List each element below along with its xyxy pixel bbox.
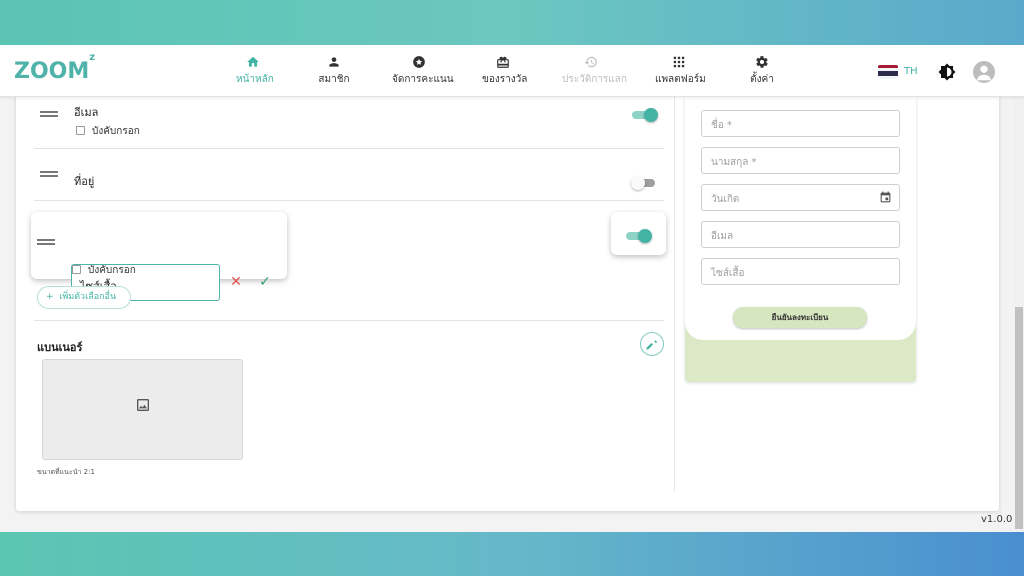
divider [34, 200, 664, 201]
preview-shirt-size-field[interactable]: ไซส์เสื้อ [701, 258, 900, 285]
nav-members[interactable]: สมาชิก [318, 54, 350, 90]
nav-label: จัดการคะแนน [392, 74, 454, 85]
nav-settings[interactable]: ตั้งค่า [749, 54, 775, 90]
banner-size-hint: ขนาดที่แนะนำ 2:1 [37, 468, 95, 476]
required-label: บังคับกรอก [88, 265, 136, 276]
image-icon [137, 399, 149, 411]
column-divider [674, 97, 675, 492]
nav-home[interactable]: หน้าหลัก [236, 54, 274, 90]
toggle-address[interactable] [631, 176, 657, 190]
history-icon [584, 56, 597, 68]
version-label: v1.0.0 [981, 514, 1013, 525]
apps-grid-icon [673, 56, 685, 68]
drag-handle-icon[interactable] [37, 239, 55, 245]
drag-handle-icon[interactable] [40, 111, 58, 117]
top-nav-bar: ZOOMz หน้าหลัก สมาชิก จัดการคะแนน ของราง… [0, 45, 1024, 97]
calendar-icon[interactable] [879, 191, 892, 204]
language-label[interactable]: TH [904, 66, 918, 77]
required-checkbox-email[interactable] [76, 126, 85, 135]
required-checkbox-shirt[interactable] [72, 265, 81, 274]
preview-first-name-field[interactable]: ชื่อ * [701, 110, 900, 137]
preview-form: ชื่อ * นามสกุล * วันเกิด อีเมล ไซส์เสื้อ… [685, 97, 916, 340]
preview-last-name-field[interactable]: นามสกุล * [701, 147, 900, 174]
user-avatar[interactable] [973, 61, 995, 83]
cancel-edit-button[interactable]: ✕ [229, 275, 243, 289]
field-label-email: อีเมล [74, 106, 99, 119]
logo[interactable]: ZOOMz [14, 52, 95, 85]
thai-flag-icon[interactable] [878, 65, 898, 79]
nav-label: สมาชิก [318, 74, 350, 85]
field-label-address: ที่อยู่ [74, 175, 95, 188]
star-circle-icon [413, 56, 425, 68]
required-label: บังคับกรอก [92, 126, 140, 137]
add-option-button[interactable]: + เพิ่มตัวเลือกอื่น [37, 286, 131, 309]
confirm-edit-button[interactable]: ✓ [258, 275, 272, 289]
person-icon [329, 57, 339, 67]
scrollbar-thumb[interactable] [1015, 307, 1023, 529]
plus-icon: + [46, 292, 60, 302]
preview-birthday-field[interactable]: วันเกิด [701, 184, 900, 211]
app-window: ZOOMz หน้าหลัก สมาชิก จัดการคะแนน ของราง… [0, 45, 1024, 532]
nav-platform[interactable]: แพลตฟอร์ม [655, 54, 706, 90]
nav-points[interactable]: จัดการคะแนน [392, 54, 454, 90]
gift-icon [497, 56, 509, 68]
gear-icon [756, 56, 768, 68]
submit-registration-button[interactable]: ยืนยันลงทะเบียน [733, 307, 867, 328]
brightness-icon[interactable] [938, 63, 956, 81]
pencil-icon [646, 340, 657, 350]
birthday-placeholder: วันเกิด [711, 194, 740, 205]
nav-history[interactable]: ประวัติการแลก [562, 54, 627, 90]
nav-label: ตั้งค่า [750, 74, 774, 85]
toggle-shirt-size[interactable] [626, 229, 652, 243]
edit-banner-button[interactable] [640, 332, 664, 356]
registration-preview: ชื่อ * นามสกุล * วันเกิด อีเมล ไซส์เสื้อ… [685, 97, 916, 382]
nav-rewards[interactable]: ของรางวัล [482, 54, 528, 90]
divider [34, 320, 664, 321]
preview-email-field[interactable]: อีเมล [701, 221, 900, 248]
banner-title: แบนเนอร์ [37, 341, 83, 354]
home-icon [247, 56, 259, 67]
drag-handle-icon[interactable] [40, 171, 58, 177]
nav-label: ของรางวัล [482, 74, 528, 85]
nav-label: หน้าหลัก [236, 74, 274, 85]
add-option-label: เพิ่มตัวเลือกอื่น [59, 292, 117, 302]
toggle-email[interactable] [632, 108, 658, 122]
bottom-gradient-band [0, 532, 1024, 576]
nav-label: แพลตฟอร์ม [655, 74, 706, 85]
account-icon [976, 65, 992, 81]
divider [34, 148, 664, 149]
nav-label: ประวัติการแลก [562, 74, 627, 85]
banner-image-upload[interactable] [42, 359, 243, 460]
